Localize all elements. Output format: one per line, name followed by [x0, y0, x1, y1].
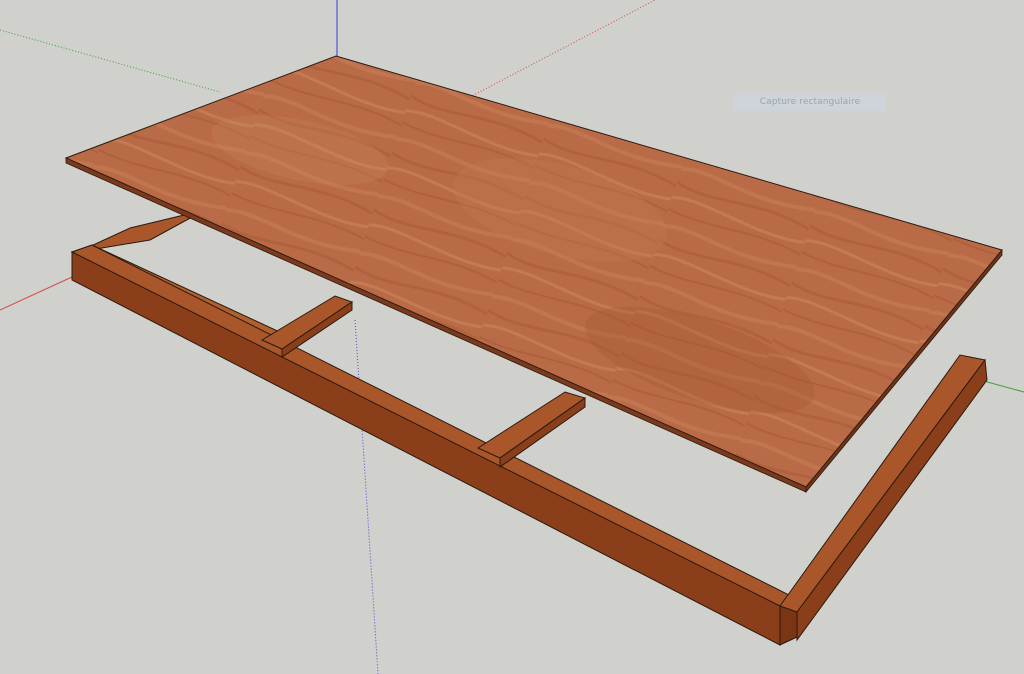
axis-red-line — [0, 276, 73, 311]
model-viewport[interactable]: Capture rectangulaire — [0, 0, 1024, 674]
tool-tooltip: Capture rectangulaire — [734, 93, 886, 111]
axis-green-dotted-line — [0, 29, 221, 93]
axis-green-line — [979, 379, 1024, 393]
axis-red-dotted-line — [469, 0, 656, 98]
axis-blue-dotted-line — [354, 319, 379, 674]
